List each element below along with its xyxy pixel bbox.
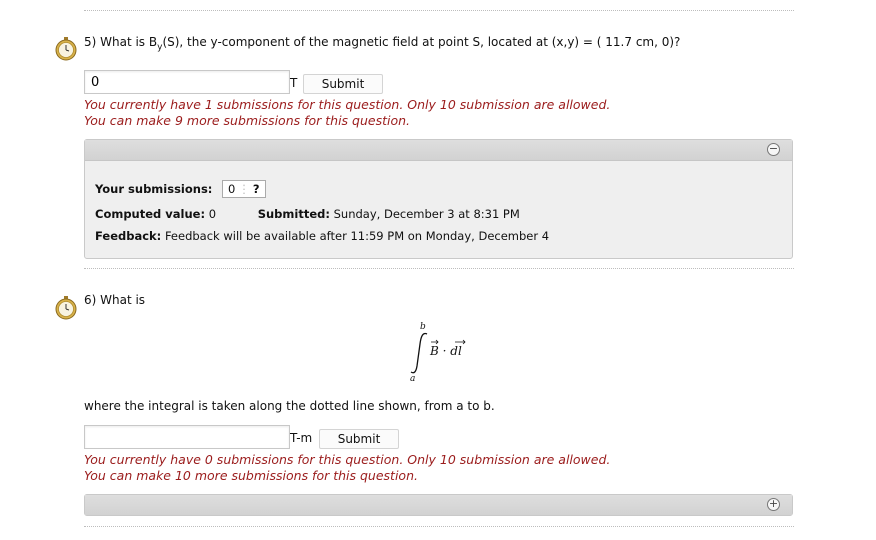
your-submissions-label: Your submissions: — [95, 182, 213, 196]
question-divider — [84, 268, 794, 269]
symbol-b: B — [148, 35, 158, 49]
submit-5-button[interactable]: Submit — [303, 74, 383, 94]
notice-line-2: You can make 9 more submissions for this… — [84, 113, 411, 128]
feedback-label: Feedback: — [95, 229, 162, 243]
computed-label: Computed value: — [95, 207, 206, 221]
feedback-row: Feedback: Feedback will be available aft… — [95, 229, 549, 243]
question-5-text: 5) What is By(S), the y-component of the… — [84, 35, 680, 52]
submission-hint[interactable]: ? — [253, 182, 260, 196]
submission-chip[interactable]: 0 ⋮? — [222, 180, 266, 198]
notice-line-1: You currently have 1 submissions for thi… — [84, 97, 611, 112]
answer-6-input[interactable] — [84, 425, 290, 449]
computed-row: Computed value: 0 Submitted: Sunday, Dec… — [95, 207, 520, 221]
answer-5-input[interactable] — [84, 70, 290, 94]
plus-circle-icon[interactable]: + — [767, 498, 780, 511]
integrand: B · dl — [429, 344, 462, 358]
submitted-label: Submitted: — [257, 207, 330, 221]
question-5-history-panel: − Your submissions: 0 ⋮? Computed value: … — [84, 139, 793, 259]
question-5-rest: (S), the y-component of the magnetic fie… — [162, 35, 681, 49]
question-5-submission-notice: You currently have 1 submissions for thi… — [84, 97, 610, 129]
top-divider — [84, 10, 794, 11]
question-6-followup: where the integral is taken along the do… — [84, 399, 495, 413]
answer-5-unit: T — [290, 76, 298, 90]
bottom-divider — [84, 526, 794, 527]
stopwatch-icon — [55, 37, 77, 61]
integral-sign — [410, 332, 428, 374]
integral-upper-limit: b — [420, 322, 426, 332]
stopwatch-icon — [55, 296, 77, 320]
feedback-value: Feedback will be available after 11:59 P… — [164, 229, 550, 243]
submit-6-button[interactable]: Submit — [319, 429, 399, 449]
submitted-value: Sunday, December 3 at 8:31 PM — [333, 207, 520, 221]
question-6-submission-notice: You currently have 0 submissions for thi… — [84, 452, 610, 484]
integral-lower-limit: a — [410, 374, 415, 384]
submission-value: 0 — [228, 182, 236, 196]
answer-6-unit: T-m — [290, 431, 313, 445]
minus-circle-icon[interactable]: − — [767, 143, 780, 156]
panel-header[interactable]: − — [85, 140, 792, 161]
question-6-text: 6) What is — [84, 293, 146, 307]
computed-value: 0 — [208, 207, 217, 221]
notice-line-1: You currently have 0 submissions for thi… — [84, 452, 611, 467]
question-5-number: 5) What is — [84, 35, 149, 49]
notice-line-2: You can make 10 more submissions for thi… — [84, 468, 418, 483]
line-integral-formula: b a B · dl — [410, 322, 466, 384]
panel-header[interactable]: + — [85, 495, 792, 515]
your-submissions-row: Your submissions: 0 ⋮? — [95, 180, 266, 198]
question-6-history-panel: + — [84, 494, 793, 516]
